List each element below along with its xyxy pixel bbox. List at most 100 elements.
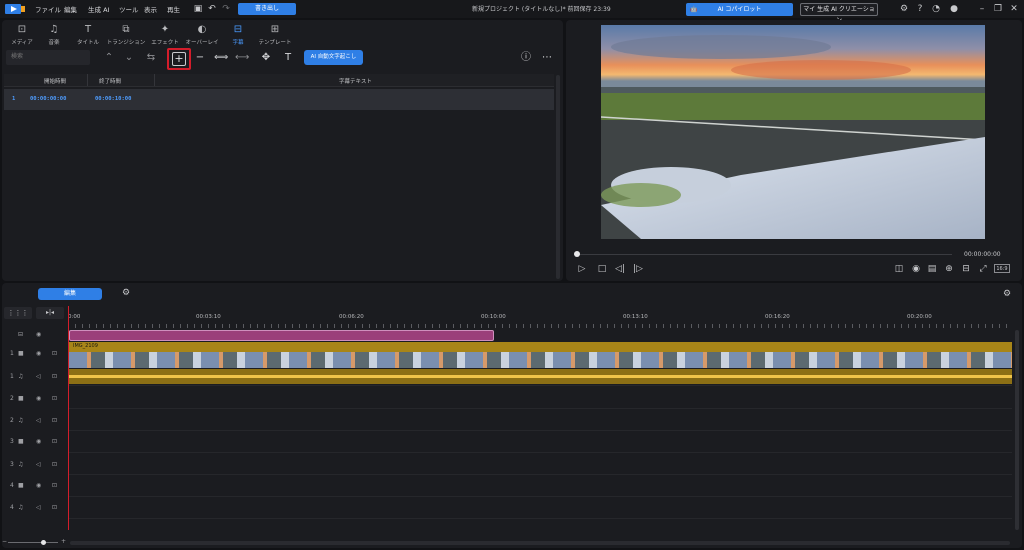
eye-icon[interactable]: ◉ [36,331,41,338]
zoom-out-icon[interactable]: − [2,538,7,545]
music-note-icon: ♫ [18,373,24,380]
menu-edit[interactable]: 編集 [64,4,77,14]
search-input[interactable] [6,50,90,65]
timeline-horizontal-scrollbar[interactable] [70,541,1010,545]
eye-icon[interactable]: ◉ [36,438,41,445]
close-icon[interactable]: ✕ [1008,3,1020,15]
split-subtitle-icon[interactable]: ⟺ [214,51,228,65]
next-frame-icon[interactable]: |▷ [632,263,644,275]
lock-icon[interactable]: ⊡ [52,482,57,489]
eye-icon[interactable]: ◉ [36,350,41,357]
audio-clip[interactable] [69,369,1012,384]
timeline-ruler[interactable]: 0:00 00:03:10 00:06:20 00:10:00 00:13:10… [68,311,1012,329]
timeline-vertical-scrollbar[interactable] [1015,330,1019,530]
volume-icon[interactable]: ◉ [910,263,922,275]
zoom-slider-track[interactable] [8,542,58,543]
lock-icon[interactable]: ⊡ [52,504,57,511]
fit-timeline-button[interactable]: ▸|◂ [36,307,64,319]
merge-icon[interactable]: ⇆ [144,51,158,65]
help-icon[interactable]: ? [914,3,926,15]
lock-icon[interactable]: ⊡ [52,373,57,380]
music-note-icon: ♫ [18,461,24,468]
eye-icon[interactable]: ◉ [36,395,41,402]
ai-copilot-label: AI コパイロット [717,6,762,13]
library-scrollbar[interactable] [556,75,560,279]
ai-transcription-button[interactable]: AI 自動文字起こし [304,50,363,65]
tab-overlay[interactable]: ◐ オーバーレイ [182,24,222,48]
tab-title[interactable]: T タイトル [68,24,108,48]
remove-subtitle-icon[interactable]: − [193,51,207,65]
track-manager-button[interactable]: ⋮⋮⋮ [4,307,32,319]
join-subtitle-icon[interactable]: ⟷ [235,51,249,65]
zoom-slider-handle[interactable] [41,540,46,545]
snapshot-icon[interactable]: ◫ [893,263,905,275]
scrubber-handle[interactable] [574,251,580,257]
media-icon: ⊡ [17,24,27,35]
export-button[interactable]: 書き出し [238,3,296,15]
settings-icon[interactable]: ⚙ [898,3,910,15]
minimize-icon[interactable]: – [976,3,988,15]
header-end-time: 終了時間 [99,79,122,85]
subtitle-icon: ⊟ [233,24,243,35]
music-note-icon: ♫ [18,504,24,511]
move-icon[interactable]: ✥ [259,51,273,65]
ai-creation-button[interactable]: マイ 生成 AI クリエーション [800,3,878,24]
text-format-icon[interactable]: T [281,51,295,65]
speaker-icon[interactable]: ◁ [36,461,41,468]
speaker-icon[interactable]: ◁ [36,373,41,380]
lock-icon[interactable]: ⊡ [52,395,57,402]
tab-template[interactable]: ⊞ テンプレート [255,24,295,48]
menu-playback[interactable]: 再生 [167,4,180,14]
preview-scrubber[interactable] [577,254,952,255]
speaker-icon[interactable]: ◁ [36,417,41,424]
play-icon[interactable]: ▷ [576,263,588,275]
video-clip[interactable]: IMG_2109 [69,342,1012,368]
menu-tools[interactable]: ツール [119,4,139,14]
notification-icon[interactable]: ◔ [930,3,942,15]
chevron-up-icon[interactable]: ⌃ [102,51,116,65]
keyframe-icon[interactable]: ⚙ [120,287,132,299]
effect-icon: ✦ [160,24,170,35]
lock-icon[interactable]: ⊡ [52,350,57,357]
zoom-in-icon[interactable]: + [61,538,66,545]
tab-effect[interactable]: ✦ エフェクト [145,24,185,48]
redo-icon[interactable]: ↷ [220,3,232,15]
fullscreen-icon[interactable]: ⤢ [977,263,989,275]
layout-icon[interactable]: ⊟ [960,263,972,275]
row-start-time[interactable]: 00:00:00:00 [30,96,66,102]
zoom-icon[interactable]: ⊕ [943,263,955,275]
lock-icon[interactable]: ⊡ [52,438,57,445]
chevron-down-icon[interactable]: ⌄ [122,51,136,65]
stop-icon[interactable]: □ [596,263,608,275]
restore-icon[interactable]: ❐ [992,3,1004,15]
app-logo-icon [5,4,25,14]
more-icon[interactable]: ⋯ [540,51,554,65]
save-icon[interactable]: ▣ [192,3,204,15]
speaker-icon[interactable]: ◁ [36,504,41,511]
menu-view[interactable]: 表示 [144,4,157,14]
tab-subtitle[interactable]: ⊟ 字幕 [218,24,258,48]
lock-icon[interactable]: ⊡ [52,417,57,424]
aspect-ratio-badge[interactable]: 16:9 [994,264,1010,273]
timeline-settings-icon[interactable]: ⚙ [1001,288,1013,300]
ruler-label: 00:03:10 [196,314,221,320]
subtitle-clip[interactable] [69,330,494,341]
menu-file[interactable]: ファイル [35,4,61,14]
info-icon[interactable]: ⓘ [519,51,533,65]
subtitle-row[interactable]: 1 00:00:00:00 00:00:10:00 [4,89,554,110]
project-title: 新規プロジェクト (タイトルなし)* 前回保存 23:39 [472,6,611,13]
video-icon: ■ [18,350,24,357]
tab-transition[interactable]: ⧉ トランジション [106,24,146,48]
prev-frame-icon[interactable]: ◁| [614,263,626,275]
add-subtitle-button[interactable]: + [167,48,191,70]
undo-icon[interactable]: ↶ [206,3,218,15]
playhead[interactable] [68,306,69,530]
lock-icon[interactable]: ⊡ [52,461,57,468]
subtitle-display-icon[interactable]: ▤ [926,263,938,275]
row-end-time[interactable]: 00:00:10:00 [95,96,131,102]
menu-generative-ai[interactable]: 生成 AI [88,4,109,14]
ai-copilot-button[interactable]: 🤖 AI コパイロット [686,3,793,16]
eye-icon[interactable]: ◉ [36,482,41,489]
account-icon[interactable]: ● [948,3,960,15]
edit-tab[interactable]: 編集 [38,288,102,300]
